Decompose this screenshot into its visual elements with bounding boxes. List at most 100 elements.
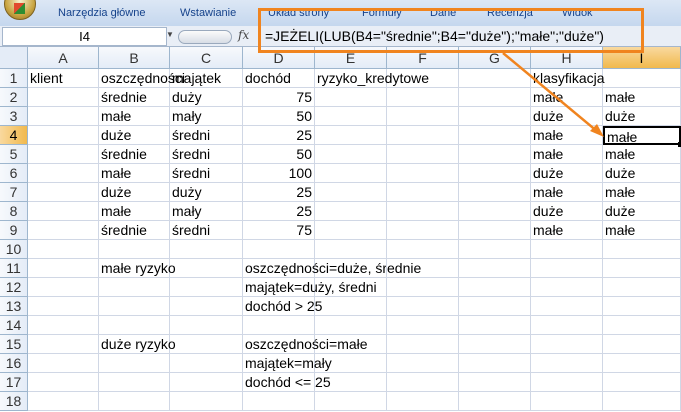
cell-c12[interactable] — [170, 278, 243, 297]
cell-d14[interactable] — [243, 316, 315, 335]
row-header-10[interactable]: 10 — [0, 240, 28, 259]
cell-e15[interactable] — [315, 335, 387, 354]
cell-e10[interactable] — [315, 240, 387, 259]
cell-a4[interactable] — [28, 126, 99, 145]
cell-d10[interactable] — [243, 240, 315, 259]
cell-d5[interactable]: 50 — [243, 145, 315, 164]
cell-h1[interactable]: klasyfikacja — [531, 69, 605, 88]
cell-a9[interactable] — [28, 221, 99, 240]
cell-f14[interactable] — [387, 316, 459, 335]
cell-g2[interactable] — [459, 88, 531, 107]
cell-d8[interactable]: 25 — [243, 202, 315, 221]
cell-e12[interactable] — [315, 278, 387, 297]
cell-d6[interactable]: 100 — [243, 164, 315, 183]
cell-a8[interactable] — [28, 202, 99, 221]
chevron-down-icon[interactable]: ▼ — [166, 30, 174, 39]
cell-f18[interactable] — [387, 392, 459, 411]
cell-d16[interactable]: majątek=mały — [243, 354, 332, 373]
row-header-17[interactable]: 17 — [0, 373, 28, 392]
cell-b4[interactable]: duże — [99, 126, 170, 145]
cell-a17[interactable] — [28, 373, 99, 392]
cell-d7[interactable]: 25 — [243, 183, 315, 202]
cell-e2[interactable] — [315, 88, 387, 107]
cell-a16[interactable] — [28, 354, 99, 373]
tab-formulas[interactable]: Formuły — [362, 7, 402, 19]
row-header-4[interactable]: 4 — [0, 126, 28, 145]
cell-e5[interactable] — [315, 145, 387, 164]
cell-a5[interactable] — [28, 145, 99, 164]
row-header-14[interactable]: 14 — [0, 316, 28, 335]
cell-i14[interactable] — [603, 316, 681, 335]
cell-f11[interactable] — [387, 259, 459, 278]
cell-b9[interactable]: średnie — [99, 221, 170, 240]
cell-h15[interactable] — [531, 335, 603, 354]
tab-data[interactable]: Dane — [430, 7, 456, 19]
cell-g3[interactable] — [459, 107, 531, 126]
cell-f8[interactable] — [387, 202, 459, 221]
column-header-g[interactable]: G — [459, 47, 531, 69]
cell-a1[interactable]: klient — [28, 69, 99, 88]
cell-c16[interactable] — [170, 354, 243, 373]
cell-i11[interactable] — [603, 259, 681, 278]
cell-f1[interactable] — [387, 69, 459, 88]
cell-g8[interactable] — [459, 202, 531, 221]
cell-d18[interactable] — [243, 392, 315, 411]
cell-d17[interactable]: dochód <= 25 — [243, 373, 331, 392]
cell-c2[interactable]: duży — [170, 88, 243, 107]
column-header-a[interactable]: A — [28, 47, 99, 69]
select-all-corner[interactable] — [0, 47, 28, 69]
cell-a13[interactable] — [28, 297, 99, 316]
cell-f4[interactable] — [387, 126, 459, 145]
cell-e4[interactable] — [315, 126, 387, 145]
cell-c11[interactable] — [170, 259, 243, 278]
cell-f13[interactable] — [387, 297, 459, 316]
row-header-6[interactable]: 6 — [0, 164, 28, 183]
cell-c8[interactable]: mały — [170, 202, 243, 221]
row-header-12[interactable]: 12 — [0, 278, 28, 297]
row-header-1[interactable]: 1 — [0, 69, 28, 88]
cell-e11[interactable] — [315, 259, 387, 278]
cell-g15[interactable] — [459, 335, 531, 354]
cell-h10[interactable] — [531, 240, 603, 259]
cell-f2[interactable] — [387, 88, 459, 107]
cell-b18[interactable] — [99, 392, 170, 411]
tab-view[interactable]: Widok — [562, 7, 593, 19]
cell-i4[interactable]: małe — [603, 126, 681, 145]
cell-f6[interactable] — [387, 164, 459, 183]
cell-d9[interactable]: 75 — [243, 221, 315, 240]
cell-c18[interactable] — [170, 392, 243, 411]
cell-a12[interactable] — [28, 278, 99, 297]
cell-b12[interactable] — [99, 278, 170, 297]
row-header-8[interactable]: 8 — [0, 202, 28, 221]
cell-i5[interactable]: małe — [603, 145, 681, 164]
cell-g11[interactable] — [459, 259, 531, 278]
cell-d3[interactable]: 50 — [243, 107, 315, 126]
row-header-16[interactable]: 16 — [0, 354, 28, 373]
cell-i3[interactable]: duże — [603, 107, 681, 126]
cell-e7[interactable] — [315, 183, 387, 202]
cell-e18[interactable] — [315, 392, 387, 411]
row-header-7[interactable]: 7 — [0, 183, 28, 202]
cell-b6[interactable]: małe — [99, 164, 170, 183]
cell-i6[interactable]: duże — [603, 164, 681, 183]
cell-f7[interactable] — [387, 183, 459, 202]
row-header-15[interactable]: 15 — [0, 335, 28, 354]
cell-i18[interactable] — [603, 392, 681, 411]
cell-h13[interactable] — [531, 297, 603, 316]
cell-a11[interactable] — [28, 259, 99, 278]
cell-b3[interactable]: małe — [99, 107, 170, 126]
cell-i7[interactable]: małe — [603, 183, 681, 202]
cell-b10[interactable] — [99, 240, 170, 259]
row-header-18[interactable]: 18 — [0, 392, 28, 411]
tab-review[interactable]: Recenzja — [487, 7, 533, 19]
cell-a18[interactable] — [28, 392, 99, 411]
cell-e6[interactable] — [315, 164, 387, 183]
cell-b13[interactable] — [99, 297, 170, 316]
cell-f5[interactable] — [387, 145, 459, 164]
cell-b17[interactable] — [99, 373, 170, 392]
cell-g1[interactable] — [459, 69, 531, 88]
cell-f15[interactable] — [387, 335, 459, 354]
row-header-11[interactable]: 11 — [0, 259, 28, 278]
cell-b15[interactable]: duże ryzyko — [99, 335, 176, 354]
cell-f16[interactable] — [387, 354, 459, 373]
